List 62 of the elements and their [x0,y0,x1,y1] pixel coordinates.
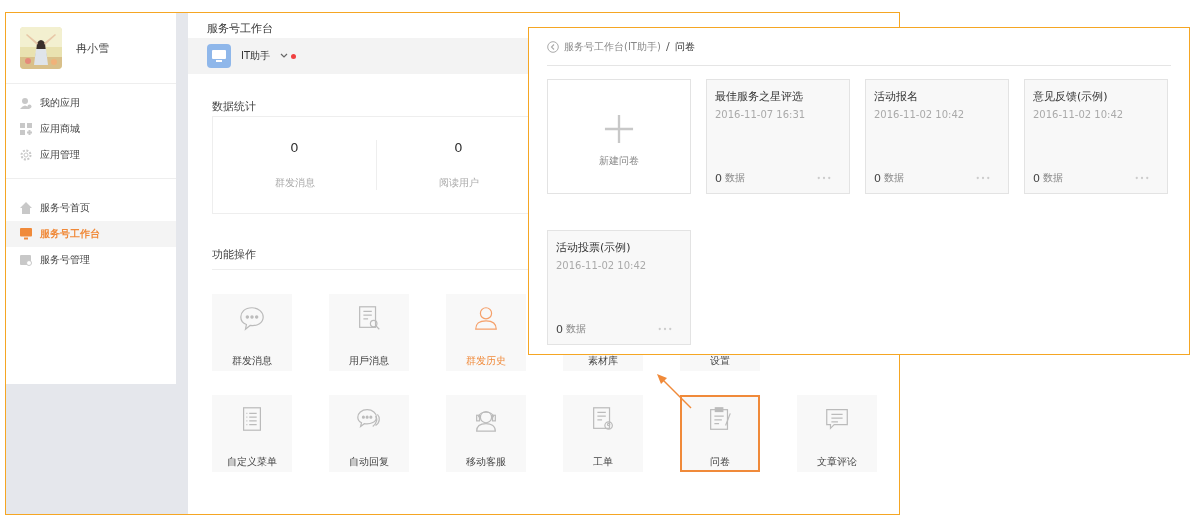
stat-label: 群发消息 [274,176,315,190]
account-name[interactable]: IT助手 [241,49,271,63]
section-title: 数据统计 [212,100,256,113]
user-icon [20,97,32,109]
home-icon [20,202,32,214]
function-tile[interactable]: 问卷 [680,395,760,472]
sidebar-item[interactable]: 应用商城 [6,116,176,142]
breadcrumb-separator: / [665,40,670,53]
back-icon[interactable] [547,40,559,53]
stat-label: 阅读用户 [438,176,479,190]
survey-card[interactable]: 活动报名 2016-11-02 10:42 0 数据 [865,79,1009,194]
stat-value: 0 [454,140,463,155]
plus-icon [604,114,634,144]
monitor-icon [207,44,231,68]
survey-card[interactable]: 最佳服务之星评选 2016-11-07 16:31 0 数据 [706,79,850,194]
survey-date: 2016-11-07 16:31 [715,109,807,120]
data-count: 0 [1033,171,1040,185]
survey-title: 活动报名 [874,89,919,104]
survey-date: 2016-11-02 10:42 [556,260,648,271]
page-title: 服务号工作台 [206,21,274,37]
grid-icon [20,123,32,135]
data-unit: 数据 [884,171,904,185]
data-count: 0 [715,171,722,185]
manage-icon [20,254,32,266]
user-name: 冉小雪 [76,40,109,56]
new-survey-card[interactable]: 新建问卷 [547,79,691,194]
data-unit: 数据 [566,322,586,336]
more-icon[interactable] [658,327,672,331]
more-icon[interactable] [1135,176,1149,180]
data-count: 0 [874,171,881,185]
function-tile[interactable]: 自动回复 [329,395,409,472]
sidebar-item[interactable]: 服务号首页 [6,195,176,221]
monitor-icon [20,228,32,240]
person-icon [472,304,500,332]
breadcrumb-link[interactable]: 服务号工作台(IT助手) [564,39,661,54]
survey-card[interactable]: 意见反馈(示例) 2016-11-02 10:42 0 数据 [1024,79,1168,194]
caret-icon[interactable] [280,53,289,59]
data-unit: 数据 [725,171,745,185]
section-title: 功能操作 [212,248,256,261]
function-tile[interactable]: 用戶消息 [329,294,409,371]
data-unit: 数据 [1043,171,1063,185]
survey-card[interactable]: 活动投票(示例) 2016-11-02 10:42 0 数据 [547,230,691,345]
stat-value: 0 [290,140,299,155]
function-tile[interactable]: 工单 [563,395,643,472]
breadcrumb-current: 问卷 [674,39,695,54]
sidebar-item[interactable]: 我的应用 [6,90,176,116]
data-count: 0 [556,322,563,336]
survey-title: 活动投票(示例) [556,240,632,255]
more-icon[interactable] [976,176,990,180]
survey-title: 最佳服务之星评选 [715,89,804,104]
sidebar-item[interactable]: 应用管理 [6,142,176,168]
function-tile[interactable]: 移动客服 [446,395,526,472]
more-icon[interactable] [817,176,831,180]
function-tile[interactable]: 文章评论 [797,395,877,472]
function-tile[interactable]: 自定义菜单 [212,395,292,472]
survey-date: 2016-11-02 10:42 [1033,109,1125,120]
survey-date: 2016-11-02 10:42 [874,109,966,120]
sidebar-item[interactable]: 服务号管理 [6,247,176,273]
gear-icon [20,149,32,161]
survey-title: 意见反馈(示例) [1033,89,1109,104]
chat-bubble-icon [238,304,266,332]
function-tile[interactable]: 群发消息 [212,294,292,371]
